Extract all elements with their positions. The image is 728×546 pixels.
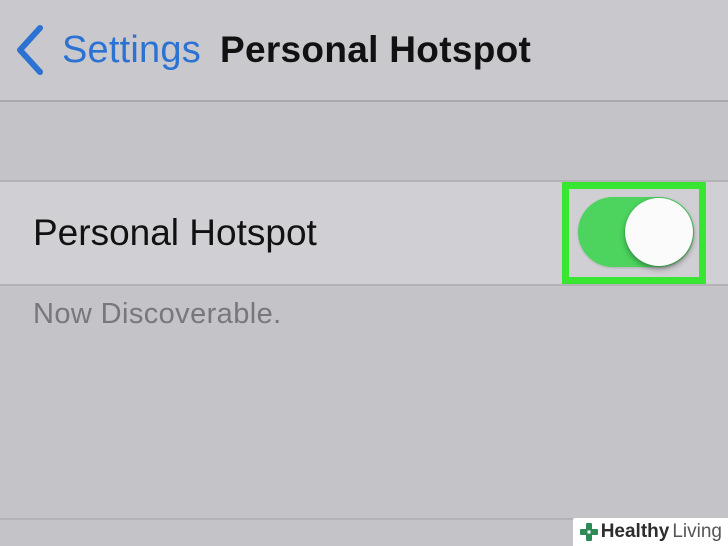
back-button[interactable]: Settings [12, 22, 201, 78]
plus-cross-icon [579, 523, 598, 541]
discoverable-status: Now Discoverable. [33, 298, 282, 330]
watermark-logo: Healthy Living [572, 518, 728, 546]
navigation-bar: Settings Personal Hotspot [0, 0, 728, 102]
personal-hotspot-label: Personal Hotspot [33, 212, 317, 253]
back-button-label: Settings [62, 28, 201, 71]
personal-hotspot-toggle[interactable] [578, 197, 694, 267]
toggle-knob [625, 198, 693, 266]
settings-screen: Settings Personal Hotspot Personal Hotsp… [0, 0, 728, 546]
chevron-left-icon [17, 25, 43, 75]
watermark-brand-bold: Healthy [600, 521, 670, 542]
watermark-brand-light: Living [672, 521, 722, 542]
page-title: Personal Hotspot [220, 29, 532, 70]
